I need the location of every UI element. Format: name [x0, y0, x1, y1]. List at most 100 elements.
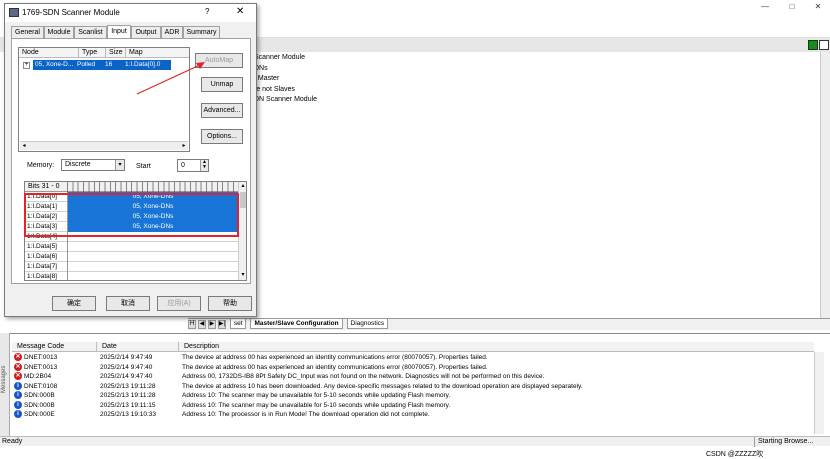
message-code: DNET:0013 — [24, 354, 58, 361]
empty-cell[interactable] — [67, 242, 238, 252]
tab-master-slave-configuration[interactable]: Master/Slave Configuration — [250, 319, 343, 329]
prev-sheet-button[interactable]: ◀ — [197, 320, 206, 329]
message-code: DNET:0013 — [24, 363, 58, 371]
scroll-down-icon[interactable]: ▾ — [239, 271, 246, 279]
bit-columns — [67, 182, 238, 192]
close-icon[interactable]: ✕ — [811, 1, 825, 12]
message-description: The device at address 00 has experienced… — [182, 363, 488, 371]
message-date: 2025/2/13 19:11:28 — [100, 382, 156, 390]
bits-row[interactable]: 1:I.Data[5] — [25, 242, 238, 252]
message-row[interactable]: ✕ DNET:0013 2025/2/14 9:47:49 The device at… — [12, 353, 814, 363]
tab-input[interactable]: Input — [107, 25, 131, 38]
spinner-icon[interactable]: ▲ ▼ — [200, 160, 208, 171]
message-code: SDN:000B — [24, 392, 55, 399]
message-description: Address 00, 1732DS-IB8 8Pt Safety DC_Inp… — [182, 373, 545, 380]
message-code: SDN:000E — [24, 411, 55, 418]
error-icon: ✕ — [14, 362, 22, 371]
first-sheet-button[interactable]: H — [188, 320, 196, 329]
message-date: 2025/2/14 9:47:40 — [100, 373, 153, 380]
scroll-up-icon[interactable]: ▴ — [239, 182, 246, 190]
help-button[interactable]: 帮助 — [208, 296, 252, 311]
scroll-right-icon[interactable]: ▸ — [180, 142, 188, 150]
column-description[interactable]: Description — [179, 342, 814, 352]
messages-scrollbar[interactable] — [814, 352, 824, 434]
options-button[interactable]: Options... — [201, 129, 243, 144]
last-sheet-button[interactable]: ▶| — [217, 320, 226, 329]
bits-scrollbar[interactable]: ▴ ▾ — [238, 182, 246, 280]
message-description: Address 10: The scanner may be unavailab… — [182, 392, 451, 399]
empty-cell[interactable] — [67, 272, 238, 280]
memory-value: Discrete — [65, 161, 91, 168]
message-code: MD:2B04 — [24, 373, 52, 380]
message-row[interactable]: i SDN:000B 2025/2/13 19:11:28 Address 10: T… — [12, 391, 814, 401]
highlight-box — [24, 193, 239, 237]
bits-row[interactable]: 1:I.Data[8] — [25, 272, 238, 280]
messages-side-label: Messages — [1, 365, 7, 393]
online-status-icon — [808, 40, 818, 50]
message-date: 2025/2/13 19:11:28 — [100, 392, 156, 399]
tab-partial-sheet[interactable]: set — [229, 319, 247, 329]
bits-row[interactable]: 1:I.Data[6] — [25, 252, 238, 262]
error-icon: ✕ — [14, 353, 22, 362]
pane-toggle-icon[interactable] — [819, 40, 829, 50]
message-date: 2025/2/14 9:47:49 — [100, 354, 153, 361]
tree-line[interactable]: DN Scanner Module — [254, 95, 374, 106]
messages-header: Message Code Date Description — [12, 342, 814, 352]
status-bar: Ready Starting Browse... — [0, 436, 830, 447]
column-message-code[interactable]: Message Code — [12, 342, 97, 352]
start-value: 0 — [181, 162, 185, 169]
cancel-button[interactable]: 取消 — [106, 296, 150, 311]
info-icon: i — [14, 381, 22, 390]
sheet-tab-bar: H ◀ ▶ ▶| set Master/Slave Configuration … — [188, 318, 830, 330]
bits-header: Bits 31 - 0 — [25, 182, 238, 192]
message-row[interactable]: ✕ MD:2B04 2025/2/14 9:47:40 Address 00, 173… — [12, 372, 814, 382]
tree-line[interactable]: Scanner Module — [254, 53, 374, 64]
message-description: The device at address 00 has experienced… — [182, 354, 488, 361]
module-tree: Scanner Module DNs t Master re not Slave… — [254, 53, 374, 106]
column-date[interactable]: Date — [97, 342, 179, 352]
empty-cell[interactable] — [67, 262, 238, 272]
message-code: SDN:000B — [24, 401, 55, 409]
info-icon: i — [14, 400, 22, 409]
scroll-left-icon[interactable]: ◂ — [20, 142, 28, 150]
bits-row-label: 1:I.Data[8] — [27, 273, 57, 280]
bits-row-label: 1:I.Data[6] — [27, 253, 57, 260]
annotation-arrow — [136, 62, 205, 95]
message-row[interactable]: i SDN:000B 2025/2/13 19:11:15 Address 10: T… — [12, 400, 814, 411]
tree-line[interactable]: re not Slaves — [254, 85, 374, 96]
bits-row[interactable]: 1:I.Data[7] — [25, 262, 238, 272]
minimize-icon[interactable]: — — [758, 1, 772, 12]
messages-side-bar: Messages — [0, 333, 10, 436]
next-sheet-button[interactable]: ▶ — [207, 320, 216, 329]
pane-scrollbar[interactable] — [820, 52, 830, 318]
node-list-hscrollbar[interactable]: ◂ ▸ — [20, 141, 188, 150]
annotation-arrow-line — [136, 63, 203, 95]
scroll-thumb[interactable] — [240, 192, 246, 208]
scanner-module-dialog: 1769-SDN Scanner Module ? ✕ General Modu… — [4, 3, 257, 317]
error-icon: ✕ — [14, 372, 22, 381]
message-row[interactable]: i SDN:000E 2025/2/13 19:10:33 Address 10: T… — [12, 410, 814, 420]
info-icon: i — [14, 391, 22, 400]
bits-row-label: 1:I.Data[7] — [27, 263, 57, 270]
message-date: 2025/2/13 19:10:33 — [100, 411, 157, 418]
memory-label: Memory: — [27, 162, 55, 169]
message-row[interactable]: ✕ DNET:0013 2025/2/14 9:47:40 The device at… — [12, 362, 814, 373]
empty-cell[interactable] — [67, 252, 238, 262]
start-stepper[interactable]: 0 ▲ ▼ — [177, 159, 209, 172]
message-date: 2025/2/13 19:11:15 — [100, 401, 156, 409]
apply-button[interactable]: 应用(A) — [157, 296, 201, 311]
message-code: DNET:0108 — [24, 382, 58, 390]
maximize-icon[interactable]: □ — [785, 1, 799, 12]
chevron-down-icon[interactable]: ▾ — [115, 160, 124, 170]
tree-line[interactable]: DNs — [254, 64, 374, 75]
start-label: Start — [136, 163, 151, 170]
memory-select[interactable]: Discrete ▾ — [61, 159, 125, 171]
watermark: CSDN @ZZZZZ吹 — [706, 451, 764, 458]
tree-line[interactable]: t Master — [254, 74, 374, 85]
ok-button[interactable]: 确定 — [52, 296, 96, 311]
tab-diagnostics[interactable]: Diagnostics — [346, 319, 389, 329]
message-description: Address 10: The scanner may be unavailab… — [182, 401, 451, 409]
message-row[interactable]: i DNET:0108 2025/2/13 19:11:28 The device a… — [12, 381, 814, 392]
message-description: The device at address 10 has been downlo… — [182, 382, 583, 390]
message-date: 2025/2/14 9:47:40 — [100, 363, 153, 371]
